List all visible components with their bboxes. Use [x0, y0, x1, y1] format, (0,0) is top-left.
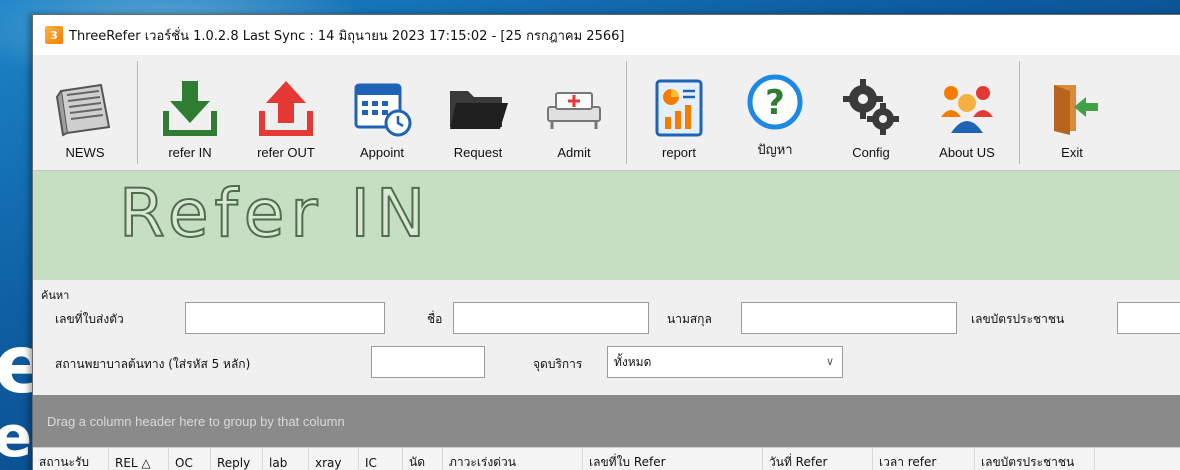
hospital-bed-icon [547, 92, 601, 129]
column-header[interactable]: เลขที่ใบ Refer [583, 448, 763, 470]
news-label: NEWS [65, 145, 105, 160]
surname-label: นามสกุล [667, 312, 712, 326]
name-label: ชื่อ [427, 312, 443, 326]
search-panel: ค้นหา เลขที่ใบส่งตัว ชื่อ นามสกุล เลขบัต… [33, 280, 1180, 395]
folder-icon [450, 91, 508, 129]
toolbar-separator [626, 61, 627, 164]
column-header[interactable]: xray [309, 448, 359, 470]
chevron-down-icon: ∨ [825, 355, 834, 368]
column-header[interactable]: วันที่ Refer [763, 448, 873, 470]
grid-header: สถานะรับ REL △ OC Reply lab xray IC นัด … [33, 447, 1180, 470]
column-header[interactable]: ภาวะเร่งด่วน [443, 448, 583, 470]
arrow-down-icon [163, 81, 217, 136]
search-caption: ค้นหา [41, 289, 70, 302]
report-label: report [662, 145, 696, 160]
ref-number-label: เลขที่ใบส่งตัว [55, 312, 124, 326]
exit-label: Exit [1061, 145, 1083, 160]
column-header[interactable]: IC [359, 448, 403, 470]
background-letter: e [0, 405, 32, 470]
column-header[interactable]: เลขบัตรประชาชน [975, 448, 1095, 470]
config-button[interactable]: Config [823, 55, 919, 170]
app-window: 3 ThreeRefer เวอร์ชั่น 1.0.2.8 Last Sync… [32, 14, 1180, 470]
request-label: Request [453, 145, 503, 160]
request-button[interactable]: Request [430, 55, 526, 170]
title-bar: 3 ThreeRefer เวอร์ชั่น 1.0.2.8 Last Sync… [33, 15, 1180, 55]
arrow-up-icon [259, 81, 313, 136]
column-header[interactable]: นัด [403, 448, 443, 470]
people-icon [941, 86, 993, 133]
column-header[interactable]: lab [263, 448, 309, 470]
config-label: Config [852, 145, 890, 160]
svg-text:?: ? [765, 83, 785, 123]
newspaper-icon [55, 83, 111, 137]
news-button[interactable]: NEWS [37, 55, 133, 170]
report-button[interactable]: report [631, 55, 727, 170]
page-title: Refer IN [118, 174, 432, 253]
exit-icon [1054, 85, 1098, 135]
admit-label: Admit [557, 145, 591, 160]
about-us-button[interactable]: About US [919, 55, 1015, 170]
origin-hospital-label: สถานพยาบาลต้นทาง (ใส่รหัส 5 หลัก) [55, 357, 251, 371]
main-toolbar: NEWS refer IN refer OUT Appoint Request … [33, 55, 1180, 171]
column-header[interactable]: เวลา refer [873, 448, 975, 470]
column-header[interactable]: Reply [211, 448, 263, 470]
surname-input[interactable] [741, 302, 957, 334]
name-input[interactable] [453, 302, 649, 334]
calendar-icon [354, 83, 412, 137]
ref-number-input[interactable] [185, 302, 385, 334]
column-header[interactable]: REL △ [109, 448, 169, 470]
origin-hospital-input[interactable] [371, 346, 485, 378]
help-icon: ? [747, 74, 803, 130]
report-icon [655, 79, 703, 137]
service-point-label: จุดบริการ [533, 357, 583, 371]
window-title: ThreeRefer เวอร์ชั่น 1.0.2.8 Last Sync :… [69, 28, 625, 44]
column-header[interactable]: OC [169, 448, 211, 470]
appoint-label: Appoint [359, 145, 405, 160]
exit-button[interactable]: Exit [1024, 55, 1120, 170]
refer-in-label: refer IN [168, 145, 212, 160]
group-by-panel[interactable]: Drag a column header here to group by th… [33, 395, 1180, 447]
citizen-id-label: เลขบัตรประชาชน [971, 312, 1065, 326]
about-us-label: About US [939, 145, 995, 160]
page-banner: Refer IN [33, 171, 1180, 280]
citizen-id-input[interactable] [1117, 302, 1180, 334]
group-by-hint: Drag a column header here to group by th… [47, 413, 345, 429]
gear-icon [843, 79, 899, 135]
app-icon: 3 [45, 26, 63, 44]
admit-button[interactable]: Admit [526, 55, 622, 170]
refer-out-button[interactable]: refer OUT [238, 55, 334, 170]
refer-out-label: refer OUT [257, 145, 315, 160]
appoint-button[interactable]: Appoint [334, 55, 430, 170]
service-point-value: ทั้งหมด [614, 354, 652, 369]
problem-button[interactable]: ? ปัญหา [727, 55, 823, 170]
column-header[interactable]: สถานะรับ [33, 448, 109, 470]
problem-label: ปัญหา [757, 142, 793, 157]
service-point-select[interactable]: ทั้งหมด ∨ [607, 346, 843, 378]
toolbar-separator [1019, 61, 1020, 164]
toolbar-separator [137, 61, 138, 164]
refer-in-button[interactable]: refer IN [142, 55, 238, 170]
